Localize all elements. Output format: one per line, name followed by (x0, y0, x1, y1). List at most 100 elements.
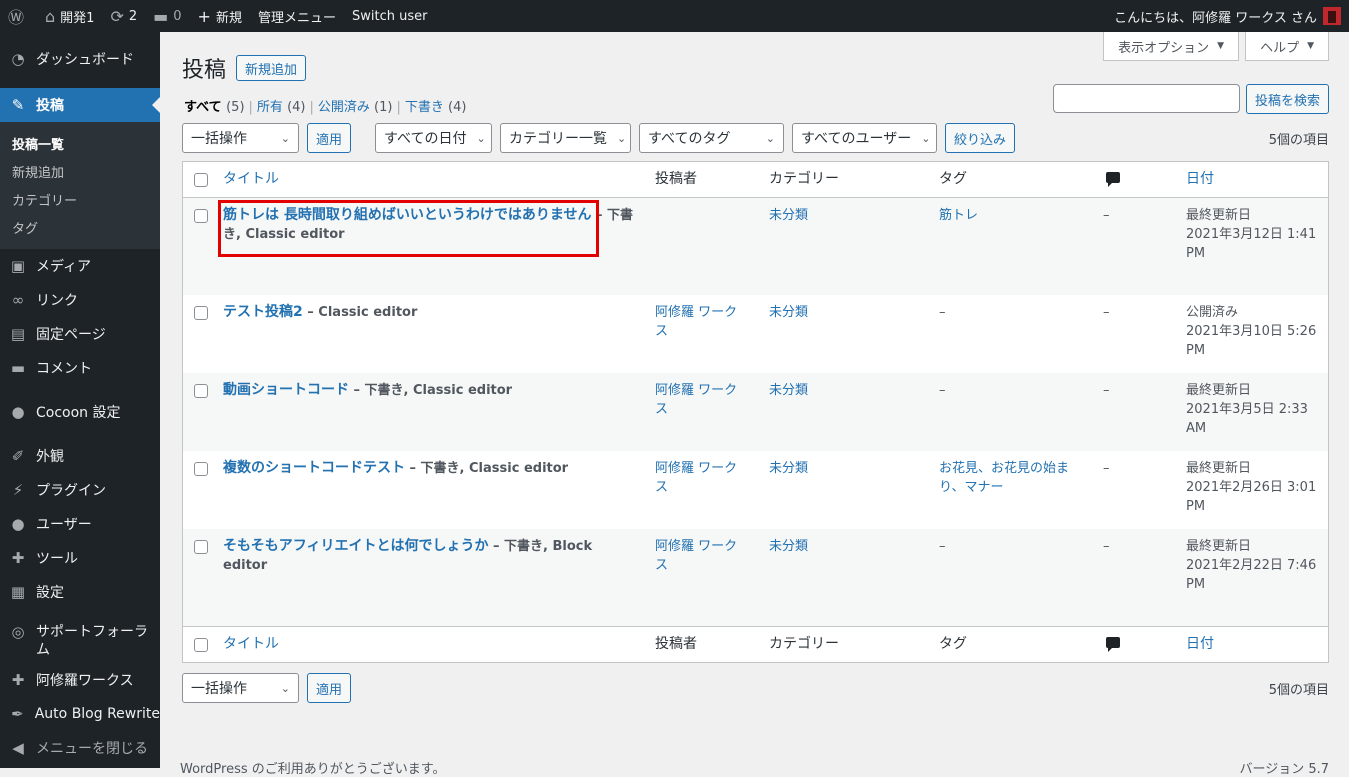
select-all-checkbox-footer[interactable] (194, 637, 208, 652)
wordpress-logo-button[interactable]: Ⓦ (0, 0, 37, 32)
menu-item-dashboard[interactable]: ◔ ダッシュボード (0, 42, 160, 76)
post-title-link[interactable]: 筋トレは 長時間取り組めばいいというわけではありません (223, 207, 591, 223)
page-icon: ▤ (10, 325, 26, 343)
comments-link[interactable]: ▬ 0 (145, 0, 189, 32)
post-tags: – (939, 539, 946, 554)
post-title-link[interactable]: 複数のショートコードテスト (223, 460, 405, 476)
plus-icon: + (197, 6, 211, 26)
pen-icon: ✒ (11, 705, 24, 723)
row-checkbox[interactable] (194, 209, 208, 223)
category-filter-select[interactable]: カテゴリー一覧 ⌄ (500, 123, 632, 153)
screen-options-button[interactable]: 表示オプション ▼ (1103, 32, 1240, 61)
post-category-link[interactable]: 未分類 (769, 305, 808, 320)
caret-down-icon: ▼ (1217, 41, 1225, 51)
menu-item-tools[interactable]: ✚ ツール (0, 541, 160, 575)
post-title-link[interactable]: テスト投稿2 (223, 304, 303, 320)
column-tag: タグ (939, 171, 967, 187)
bulk-action-select-bottom[interactable]: 一括操作 ⌄ (182, 673, 299, 703)
post-search-box: 投稿を検索 (1052, 84, 1329, 114)
apply-button[interactable]: 適用 (307, 123, 352, 153)
submenu-categories[interactable]: カテゴリー (0, 185, 160, 213)
row-checkbox[interactable] (194, 306, 208, 320)
dashboard-icon: ◔ (11, 50, 25, 68)
menu-item-posts[interactable]: ✎ 投稿 (0, 88, 160, 122)
menu-item-appearance[interactable]: ✐ 外観 (0, 439, 160, 473)
menu-item-comments[interactable]: ▬ コメント (0, 351, 160, 385)
site-name-link[interactable]: ⌂ 開発1 (37, 0, 102, 32)
column-tag-footer: タグ (939, 636, 967, 652)
menu-item-users[interactable]: ● ユーザー (0, 507, 160, 541)
sort-date-link-footer[interactable]: 日付 (1186, 636, 1214, 652)
menu-item-pages[interactable]: ▤ 固定ページ (0, 317, 160, 351)
menu-item-support[interactable]: ◎ サポートフォーラム (0, 619, 160, 663)
post-category-link[interactable]: 未分類 (769, 208, 808, 223)
menu-item-links[interactable]: ∞ リンク (0, 283, 160, 317)
apply-button-bottom[interactable]: 適用 (307, 673, 352, 703)
post-title-link[interactable]: 動画ショートコード (223, 382, 349, 398)
post-search-input[interactable] (1052, 84, 1240, 113)
sort-title-link[interactable]: タイトル (223, 171, 279, 187)
tag-filter-select[interactable]: すべてのタグ ⌄ (639, 123, 785, 153)
search-posts-button[interactable]: 投稿を検索 (1245, 84, 1329, 114)
column-author: 投稿者 (655, 171, 697, 187)
post-author[interactable] (645, 198, 759, 295)
menu-item-settings[interactable]: ▦ 設定 (0, 575, 160, 609)
post-tags-link[interactable]: 筋トレ (939, 208, 978, 223)
view-mine[interactable]: 所有 (4) (257, 100, 306, 115)
post-author-link[interactable]: 阿修羅 ワークス (655, 461, 737, 495)
post-date: 2021年3月12日 1:41 PM (1186, 227, 1317, 261)
post-date: 2021年3月10日 5:26 PM (1186, 324, 1317, 358)
items-count-bottom: 5個の項目 (1268, 682, 1329, 698)
tablenav-bottom: 一括操作 ⌄ 適用 5個の項目 (182, 673, 1329, 703)
date-filter-select[interactable]: すべての日付 ⌄ (375, 123, 493, 153)
submenu-add-new[interactable]: 新規追加 (0, 157, 160, 185)
view-published[interactable]: 公開済み (1) (318, 100, 393, 115)
main-content: 表示オプション ▼ ヘルプ ▼ 投稿 新規追加 すべて (5) | 所有 (4) | 公開済… (160, 32, 1349, 777)
updates-link[interactable]: ⟳ 2 (102, 0, 145, 32)
comment-bubble-icon (1106, 637, 1120, 652)
plugin-icon: ⚡ (12, 481, 24, 499)
submenu-all-posts[interactable]: 投稿一覧 (0, 129, 160, 157)
add-new-post-button[interactable]: 新規追加 (236, 55, 307, 81)
post-author-link[interactable]: 阿修羅 ワークス (655, 539, 737, 573)
row-checkbox[interactable] (194, 540, 208, 554)
select-all-checkbox[interactable] (194, 172, 208, 187)
bulk-action-select[interactable]: 一括操作 ⌄ (182, 123, 299, 153)
post-category-link[interactable]: 未分類 (769, 461, 808, 476)
menu-item-media[interactable]: ▣ メディア (0, 249, 160, 283)
post-category-link[interactable]: 未分類 (769, 539, 808, 554)
view-drafts[interactable]: 下書き (4) (405, 100, 467, 115)
post-category-link[interactable]: 未分類 (769, 383, 808, 398)
submenu-tags[interactable]: タグ (0, 213, 160, 241)
menu-item-plugins[interactable]: ⚡ プラグイン (0, 473, 160, 507)
post-author-link[interactable]: 阿修羅 ワークス (655, 305, 737, 339)
sort-title-link-footer[interactable]: タイトル (223, 636, 279, 652)
my-account[interactable]: こんにちは、阿修羅 ワークス さん (1114, 7, 1349, 26)
switch-user-link[interactable]: Switch user (344, 0, 435, 32)
collapse-menu-button[interactable]: ◀ メニューを閉じる (0, 731, 160, 765)
cocoon-icon: ● (11, 403, 25, 421)
admin-menu-link[interactable]: 管理メニュー (250, 0, 344, 32)
row-checkbox[interactable] (194, 384, 208, 398)
menu-item-ashura[interactable]: ✚ 阿修羅ワークス (0, 663, 160, 697)
filter-button[interactable]: 絞り込み (945, 123, 1016, 153)
new-content-link[interactable]: + 新規 (190, 0, 250, 32)
view-all[interactable]: すべて (5) (184, 100, 245, 115)
post-tags-link[interactable]: お花見、お花見の始まり、マナー (939, 461, 1069, 495)
column-author-footer: 投稿者 (655, 636, 697, 652)
post-title-link[interactable]: そもそもアフィリエイトとは何でしょうか (223, 538, 488, 554)
menu-item-cocoon[interactable]: ● Cocoon 設定 (0, 395, 160, 429)
pin-icon: ✎ (11, 96, 25, 114)
user-filter-select[interactable]: すべてのユーザー ⌄ (792, 123, 938, 153)
screen-meta-links: 表示オプション ▼ ヘルプ ▼ (1103, 32, 1329, 61)
table-row: テスト投稿2 – Classic editor 阿修羅 ワークス 未分類 – –… (183, 295, 1328, 373)
link-icon: ∞ (11, 291, 25, 309)
sort-date-link[interactable]: 日付 (1186, 171, 1214, 187)
post-author-link[interactable]: 阿修羅 ワークス (655, 383, 737, 417)
chevron-down-icon: ⌄ (617, 131, 627, 145)
help-button[interactable]: ヘルプ ▼ (1245, 32, 1329, 61)
row-checkbox[interactable] (194, 462, 208, 476)
chevron-down-icon: ⌄ (765, 131, 776, 145)
menu-item-autoblog[interactable]: ✒ Auto Blog Rewrite (0, 697, 160, 731)
brush-icon: ✐ (11, 447, 25, 465)
